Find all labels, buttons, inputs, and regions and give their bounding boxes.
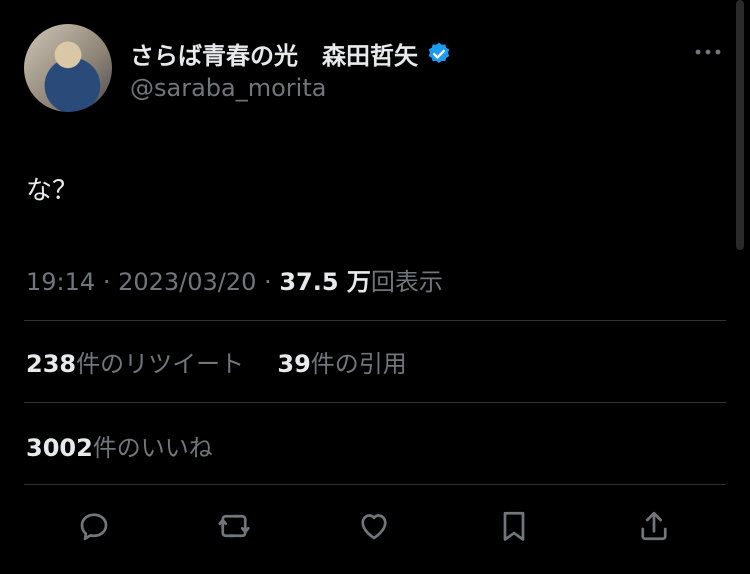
quotes-link[interactable]: 39件の引用 — [277, 350, 406, 378]
retweet-quote-stats: 238件のリツイート 39件の引用 — [26, 344, 407, 379]
heart-icon[interactable] — [354, 506, 394, 546]
tweet-meta: 19:14 · 2023/03/20 · 37.5 万回表示 — [26, 268, 443, 296]
likes-link[interactable]: 3002件のいいね — [26, 428, 213, 463]
verified-badge-icon — [426, 41, 452, 67]
retweet-icon[interactable] — [214, 506, 254, 546]
retweets-count: 238 — [26, 350, 77, 378]
likes-count: 3002 — [26, 434, 93, 462]
retweets-label: 件のリツイート — [76, 350, 245, 378]
author-display-name[interactable]: さらば青春の光 森田哲矢 — [130, 36, 418, 71]
more-horizontal-icon[interactable] — [694, 38, 722, 63]
divider — [24, 402, 726, 403]
reply-icon[interactable] — [74, 506, 114, 546]
views-label: 回表示 — [370, 268, 443, 296]
likes-label: 件のいいね — [92, 434, 213, 462]
divider — [24, 320, 726, 321]
tweet-date[interactable]: 2023/03/20 — [118, 268, 256, 296]
author-handle[interactable]: @saraba_morita — [130, 74, 326, 102]
action-bar — [0, 506, 750, 550]
divider — [24, 484, 726, 485]
quotes-label: 件の引用 — [310, 350, 407, 378]
bookmark-icon[interactable] — [494, 506, 534, 546]
tweet-text: な？ — [26, 176, 79, 206]
share-icon[interactable] — [634, 506, 674, 546]
tweet-time[interactable]: 19:14 — [26, 268, 95, 296]
views-count: 37.5 万 — [279, 268, 371, 296]
avatar[interactable] — [24, 24, 112, 112]
retweets-link[interactable]: 238件のリツイート — [26, 350, 252, 378]
quotes-count: 39 — [277, 350, 311, 378]
author-name-row[interactable]: さらば青春の光 森田哲矢 — [130, 36, 452, 71]
scrollbar[interactable] — [736, 0, 744, 250]
